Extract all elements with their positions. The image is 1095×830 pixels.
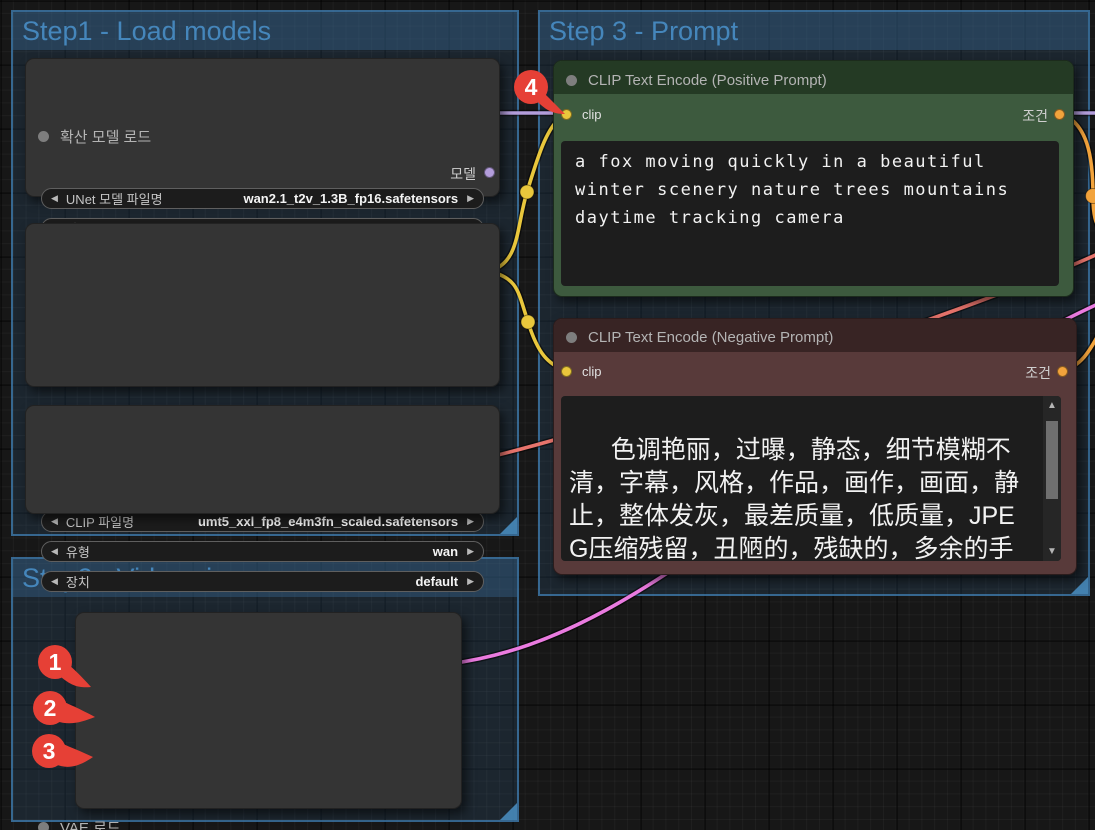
node-empty-latent-video[interactable]: 빈 잠재 비디오 (Hunyuan) 잠재 데이터 ◀ 너비 832 ▶ ◀ 높… <box>75 612 462 809</box>
input-label-clip: clip <box>582 107 602 122</box>
input-socket-icon[interactable] <box>561 366 572 377</box>
node-load-diffusion-model[interactable]: 확산 모델 로드 모델 ◀ UNet 모델 파일명 wan2.1_t2v_1.3… <box>25 58 500 197</box>
node-clip-text-encode-positive[interactable]: CLIP Text Encode (Positive Prompt) clip … <box>553 60 1074 297</box>
node-title: 확산 모델 로드 <box>60 126 151 147</box>
resize-handle-icon[interactable] <box>1071 577 1088 594</box>
output-label-model: 모델 <box>450 164 476 184</box>
input-socket-icon[interactable] <box>561 109 572 120</box>
node-status-icon <box>38 131 49 142</box>
scrollbar-thumb[interactable] <box>1046 421 1058 499</box>
node-title: CLIP Text Encode (Negative Prompt) <box>588 329 833 346</box>
group-step1-title[interactable]: Step1 - Load models <box>13 12 517 50</box>
group-step3-title[interactable]: Step 3 - Prompt <box>540 12 1088 50</box>
left-arrow-icon[interactable]: ◀ <box>51 571 58 592</box>
link-dot <box>521 315 535 329</box>
positive-prompt-textarea[interactable]: a fox moving quickly in a beautiful wint… <box>561 141 1059 286</box>
node-title: CLIP Text Encode (Positive Prompt) <box>588 72 827 89</box>
output-label-cond: 조건 <box>1022 106 1048 126</box>
scroll-up-icon[interactable]: ▲ <box>1043 400 1061 411</box>
svg-text:4: 4 <box>525 74 538 100</box>
output-socket-icon[interactable] <box>1054 109 1065 120</box>
resize-handle-icon[interactable] <box>500 517 517 534</box>
right-arrow-icon[interactable]: ▶ <box>467 541 474 562</box>
widget-unet-name[interactable]: ◀ UNet 모델 파일명 wan2.1_t2v_1.3B_fp16.safet… <box>41 188 484 209</box>
node-status-icon <box>38 822 49 830</box>
right-arrow-icon[interactable]: ▶ <box>467 511 474 532</box>
input-label-clip: clip <box>582 364 602 379</box>
output-socket-icon[interactable] <box>1057 366 1068 377</box>
left-arrow-icon[interactable]: ◀ <box>51 511 58 532</box>
node-vae-loader[interactable]: VAE 로드 VAE ◀ vae 파일명 wan_2.1_vae.safeten… <box>25 405 500 514</box>
widget-clip-device[interactable]: ◀ 장치 default ▶ <box>41 571 484 592</box>
right-arrow-icon[interactable]: ▶ <box>467 571 474 592</box>
node-title: VAE 로드 <box>60 817 121 830</box>
widget-clip-name[interactable]: ◀ CLIP 파일명 umt5_xxl_fp8_e4m3fn_scaled.sa… <box>41 511 484 532</box>
textarea-scrollbar[interactable]: ▲ ▼ <box>1043 396 1061 561</box>
negative-prompt-textarea[interactable]: 色调艳丽，过曝，静态，细节模糊不清，字幕，风格，作品，画作，画面，静止，整体发灰… <box>561 396 1061 561</box>
node-graph-canvas[interactable]: Step1 - Load models Step2 - Video size S… <box>0 0 1095 830</box>
left-arrow-icon[interactable]: ◀ <box>51 188 58 209</box>
link-dot <box>520 185 534 199</box>
node-clip-loader[interactable]: CLIP 로드 CLIP ◀ CLIP 파일명 umt5_xxl_fp8_e4m… <box>25 223 500 387</box>
node-status-icon <box>566 332 577 343</box>
resize-handle-icon[interactable] <box>500 803 517 820</box>
node-status-icon <box>566 75 577 86</box>
left-arrow-icon[interactable]: ◀ <box>51 541 58 562</box>
output-socket-icon[interactable] <box>484 167 495 178</box>
right-arrow-icon[interactable]: ▶ <box>467 188 474 209</box>
output-label-cond: 조건 <box>1025 363 1051 383</box>
node-clip-text-encode-negative[interactable]: CLIP Text Encode (Negative Prompt) clip … <box>553 318 1077 575</box>
scroll-down-icon[interactable]: ▼ <box>1043 546 1061 557</box>
widget-clip-type[interactable]: ◀ 유형 wan ▶ <box>41 541 484 562</box>
